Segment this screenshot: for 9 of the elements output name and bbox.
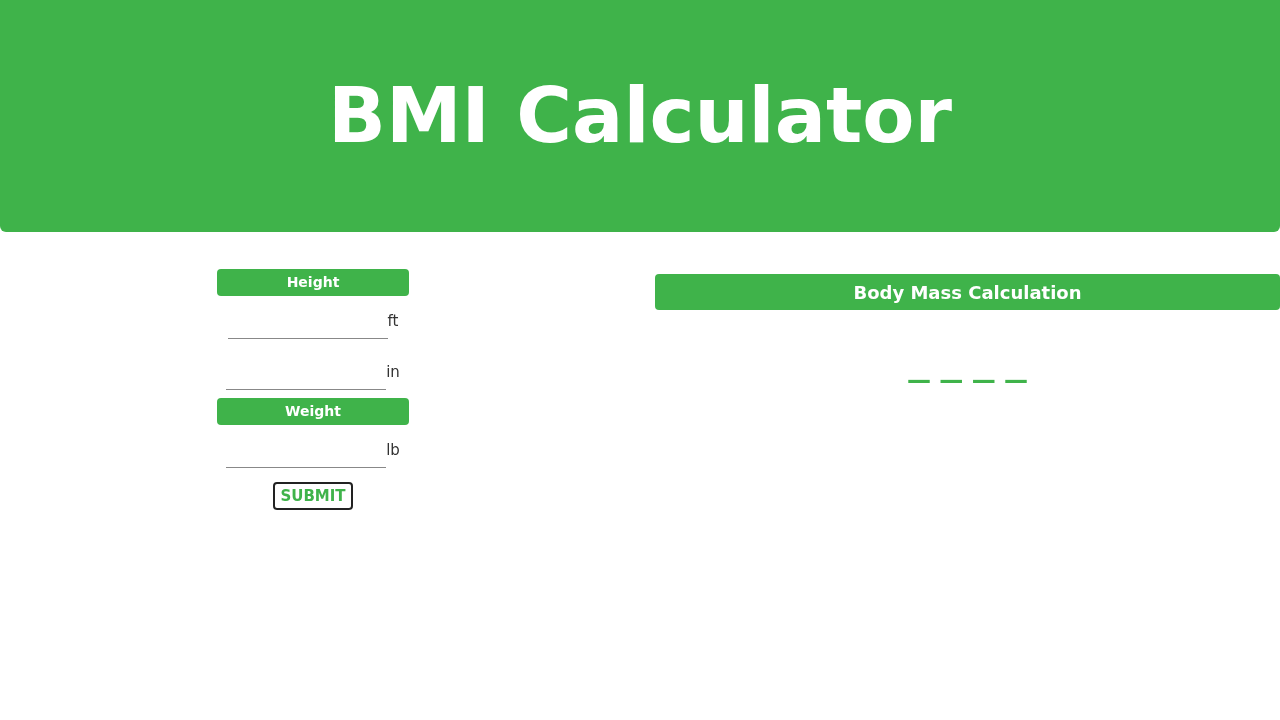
section-label: Height	[217, 269, 409, 296]
submit-button[interactable]: SUBMIT	[273, 482, 353, 510]
result-title: Body Mass Calculation	[655, 274, 1280, 310]
section-label: Weight	[217, 398, 409, 425]
unit-label: ft	[387, 311, 399, 333]
page-title: BMI Calculator	[328, 78, 952, 154]
unit-label: in	[386, 362, 400, 384]
result-value: — — — —	[906, 368, 1029, 392]
unit-label: lb	[386, 440, 400, 462]
